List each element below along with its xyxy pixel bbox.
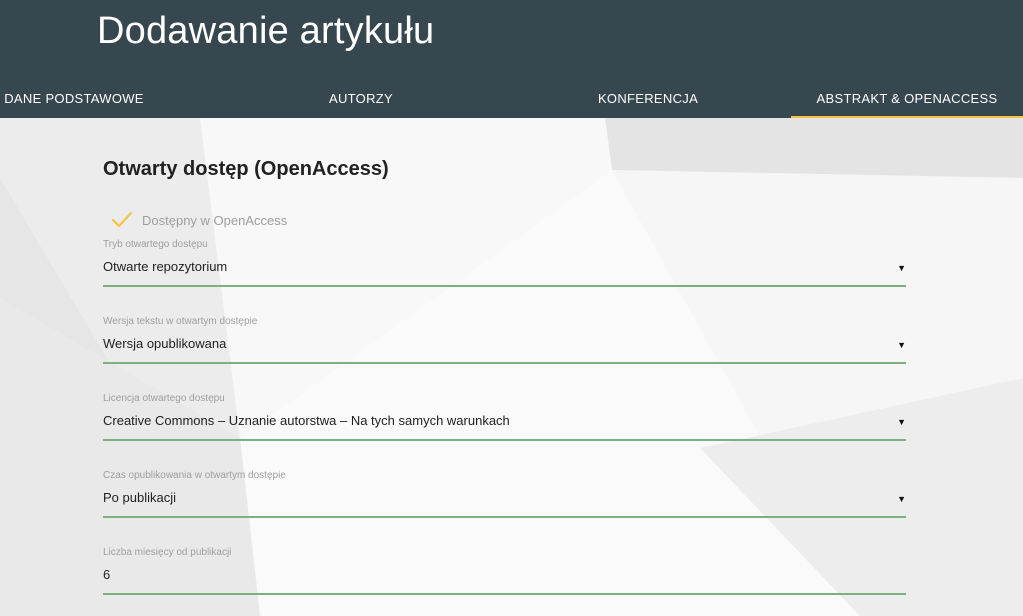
tab-label: AUTORZY: [329, 90, 393, 106]
field-label: Tryb otwartego dostępu: [103, 239, 208, 250]
publication-time-field: Czas opublikowania w otwartym dostępie P…: [103, 470, 906, 520]
page-title: Dodawanie artykułu: [97, 10, 435, 52]
triangle-down-icon: ▼: [897, 263, 906, 273]
tab-dane-podstawowe[interactable]: DANE PODSTAWOWE: [0, 78, 148, 118]
tab-abstrakt-openaccess[interactable]: ABSTRAKT & OPENACCESS: [791, 78, 1023, 118]
months-after-publication-field: Liczba miesięcy od publikacji 6: [103, 547, 906, 597]
tab-label: ABSTRAKT & OPENACCESS: [816, 90, 998, 106]
tab-label: DANE PODSTAWOWE: [4, 90, 144, 106]
tab-konferencja[interactable]: KONFERENCJA: [577, 78, 719, 118]
field-label: Licencja otwartego dostępu: [103, 393, 225, 404]
checkbox-label: Dostępny w OpenAccess: [142, 212, 288, 228]
text-version-select[interactable]: Wersja opublikowana ▼: [103, 330, 906, 364]
text-version-field: Wersja tekstu w otwartym dostępie Wersja…: [103, 316, 906, 366]
openaccess-form: Otwarty dostęp (OpenAccess) Dostępny w O…: [103, 118, 906, 616]
field-label: Liczba miesięcy od publikacji: [103, 547, 232, 558]
tab-label: KONFERENCJA: [597, 90, 699, 106]
openaccess-available-checkbox[interactable]: Dostępny w OpenAccess: [111, 208, 287, 232]
tab-autorzy[interactable]: AUTORZY: [290, 78, 432, 118]
field-value: Wersja opublikowana: [103, 336, 227, 351]
field-value: Po publikacji: [103, 490, 176, 505]
openaccess-mode-field: Tryb otwartego dostępu Otwarte repozytor…: [103, 239, 906, 289]
field-label: Wersja tekstu w otwartym dostępie: [103, 316, 258, 327]
triangle-down-icon: ▼: [897, 340, 906, 350]
field-label: Czas opublikowania w otwartym dostępie: [103, 470, 286, 481]
section-title: Otwarty dostęp (OpenAccess): [103, 158, 389, 180]
license-select[interactable]: Creative Commons – Uznanie autorstwa – N…: [103, 407, 906, 441]
triangle-down-icon: ▼: [897, 417, 906, 427]
triangle-down-icon: ▼: [897, 494, 906, 504]
field-value: Otwarte repozytorium: [103, 259, 228, 274]
publication-time-select[interactable]: Po publikacji ▼: [103, 484, 906, 518]
openaccess-mode-select[interactable]: Otwarte repozytorium ▼: [103, 253, 906, 287]
app-header: Dodawanie artykułu DANE PODSTAWOWE AUTOR…: [0, 0, 1023, 118]
field-value: 6: [103, 567, 111, 582]
tab-bar: DANE PODSTAWOWE AUTORZY KONFERENCJA ABST…: [0, 78, 1023, 118]
months-after-publication-input[interactable]: 6: [103, 561, 906, 595]
field-value: Creative Commons – Uznanie autorstwa – N…: [103, 413, 510, 428]
license-field: Licencja otwartego dostępu Creative Comm…: [103, 393, 906, 443]
checkmark-icon: [111, 210, 133, 230]
